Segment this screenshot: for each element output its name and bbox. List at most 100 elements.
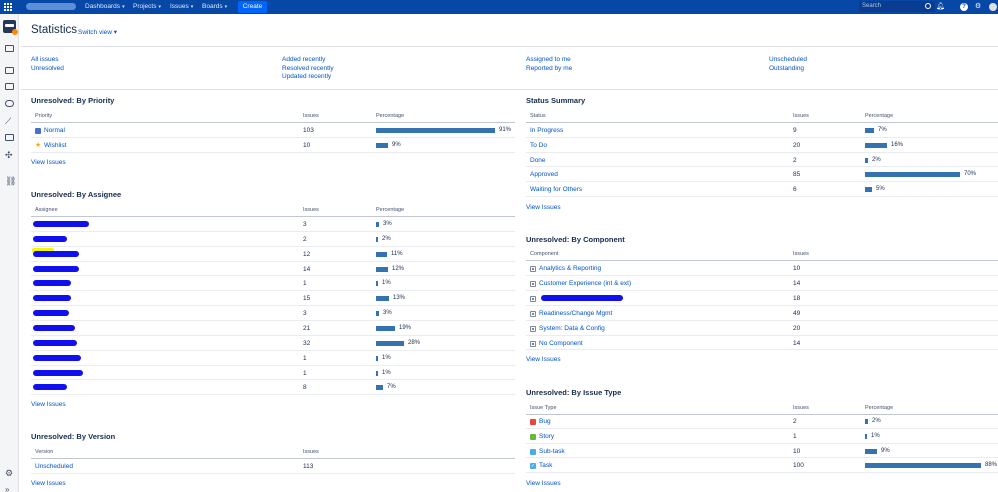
avatar[interactable] bbox=[989, 3, 997, 11]
divider bbox=[31, 334, 515, 336]
filter-reported-by-me[interactable]: Reported by me bbox=[526, 65, 572, 72]
percentage-bar bbox=[376, 325, 395, 331]
percentage-label: 2% bbox=[382, 235, 391, 242]
status-name[interactable]: In Progress bbox=[530, 127, 563, 134]
percentage-bar bbox=[865, 142, 887, 148]
percentage-bar bbox=[376, 281, 378, 287]
search-icon[interactable] bbox=[925, 3, 931, 9]
filter-updated-recently[interactable]: Updated recently bbox=[282, 73, 331, 80]
component-name[interactable]: Analytics & Reporting bbox=[539, 265, 601, 272]
view-issues-link[interactable]: View Issues bbox=[526, 204, 561, 211]
collapse-icon[interactable]: » bbox=[5, 485, 14, 492]
divider bbox=[526, 457, 998, 459]
redacted-assignee bbox=[33, 295, 71, 302]
link-icon[interactable]: ⛓ bbox=[5, 177, 16, 186]
issue-count: 10 bbox=[793, 265, 801, 272]
divider bbox=[31, 275, 515, 277]
divider bbox=[526, 319, 998, 321]
divider bbox=[526, 260, 998, 261]
status-name[interactable]: Approved bbox=[530, 171, 558, 178]
nav-issues[interactable]: Issues ▾ bbox=[170, 0, 193, 14]
percentage-bar bbox=[865, 433, 867, 439]
percentage-label: 1% bbox=[382, 354, 391, 361]
filter-resolved-recently[interactable]: Resolved recently bbox=[282, 65, 334, 72]
section-title-by-issue-type: Unresolved: By Issue Type bbox=[526, 388, 622, 397]
divider bbox=[31, 458, 515, 459]
status-name[interactable]: To Do bbox=[530, 142, 547, 149]
status-name[interactable]: Done bbox=[530, 157, 546, 164]
normal-priority-icon bbox=[35, 128, 41, 134]
filter-outstanding[interactable]: Outstanding bbox=[769, 65, 804, 72]
site-logo[interactable] bbox=[26, 3, 76, 10]
priority-name[interactable]: Normal bbox=[44, 127, 65, 134]
redacted-assignee bbox=[33, 265, 79, 272]
issue-type-name[interactable]: Story bbox=[539, 433, 554, 440]
filter-added-recently[interactable]: Added recently bbox=[282, 56, 325, 63]
settings-icon[interactable]: ⚙ bbox=[974, 3, 982, 11]
search-input[interactable]: Search bbox=[859, 1, 935, 12]
view-issues-link[interactable]: View Issues bbox=[31, 480, 66, 487]
view-issues-link[interactable]: View Issues bbox=[31, 401, 66, 408]
status-name[interactable]: Waiting for Others bbox=[530, 186, 582, 193]
releases-icon[interactable] bbox=[5, 83, 14, 90]
component-name[interactable]: No Component bbox=[539, 340, 583, 347]
notifications-icon[interactable]: 🔔︎ bbox=[936, 3, 945, 11]
switch-view-dropdown[interactable]: Switch view ▾ bbox=[78, 28, 117, 36]
version-name[interactable]: Unscheduled bbox=[35, 463, 73, 470]
filter-all-issues[interactable]: All issues bbox=[31, 56, 58, 63]
component-icon bbox=[530, 340, 536, 347]
chevron-down-icon: ▾ bbox=[190, 4, 194, 10]
divider bbox=[21, 89, 998, 90]
section-title-status-summary: Status Summary bbox=[526, 96, 586, 105]
view-issues-link[interactable]: View Issues bbox=[526, 480, 561, 487]
divider bbox=[31, 152, 515, 153]
reports-icon[interactable] bbox=[5, 100, 14, 107]
chevron-down-icon: ▾ bbox=[224, 4, 228, 10]
help-icon[interactable]: ? bbox=[960, 3, 968, 11]
project-avatar[interactable] bbox=[3, 20, 18, 35]
divider bbox=[31, 305, 515, 307]
nav-dashboards[interactable]: Dashboards ▾ bbox=[85, 0, 125, 14]
redacted-assignee bbox=[33, 310, 69, 317]
nav-projects[interactable]: Projects ▾ bbox=[133, 0, 161, 14]
percentage-label: 70% bbox=[964, 171, 977, 178]
issue-type-name[interactable]: Task bbox=[539, 462, 552, 469]
filter-assigned-to-me[interactable]: Assigned to me bbox=[526, 56, 571, 63]
component-name[interactable]: Customer Experience (int & ext) bbox=[539, 280, 631, 287]
nav-label: Issues bbox=[170, 3, 189, 10]
issue-count: 21 bbox=[303, 324, 311, 332]
percentage-bar bbox=[376, 355, 378, 361]
nav-label: Boards bbox=[202, 3, 223, 10]
component-name[interactable]: System: Data & Config bbox=[539, 325, 605, 332]
divider bbox=[31, 379, 515, 381]
board-icon[interactable] bbox=[5, 67, 14, 74]
settings-icon[interactable]: ⚙ bbox=[5, 469, 14, 478]
column-header: Issues bbox=[303, 449, 319, 455]
app-switcher-icon[interactable] bbox=[4, 3, 12, 11]
percentage-label: 91% bbox=[499, 127, 512, 133]
percentage-label: 9% bbox=[392, 142, 401, 148]
component-name[interactable]: Readiness/Change Mgmt bbox=[539, 310, 612, 317]
issues-icon[interactable] bbox=[5, 134, 14, 141]
view-issues-link[interactable]: View Issues bbox=[31, 159, 66, 166]
view-issues-link[interactable]: View Issues bbox=[526, 356, 561, 363]
issue-count: 9 bbox=[793, 127, 797, 134]
percentage-label: 88% bbox=[985, 462, 998, 469]
column-header: Issues bbox=[793, 113, 809, 119]
backlog-icon[interactable] bbox=[5, 45, 14, 52]
percentage-label: 7% bbox=[387, 384, 396, 391]
issue-type-name[interactable]: Sub-task bbox=[539, 448, 565, 455]
create-button[interactable]: Create bbox=[238, 1, 267, 13]
divider bbox=[526, 304, 998, 306]
nav-boards[interactable]: Boards ▾ bbox=[202, 0, 227, 14]
issue-type-name[interactable]: Bug bbox=[539, 418, 551, 425]
priority-name[interactable]: Wishlist bbox=[44, 142, 66, 149]
components-icon[interactable]: ✣ bbox=[5, 151, 14, 160]
column-header: Issues bbox=[303, 113, 319, 119]
divider bbox=[31, 230, 515, 232]
chart-icon[interactable]: ⟋ bbox=[5, 117, 14, 126]
issue-count: 3 bbox=[303, 221, 307, 228]
filter-unscheduled[interactable]: Unscheduled bbox=[769, 56, 807, 63]
filter-unresolved[interactable]: Unresolved bbox=[31, 65, 64, 72]
redacted-assignee bbox=[33, 369, 83, 376]
